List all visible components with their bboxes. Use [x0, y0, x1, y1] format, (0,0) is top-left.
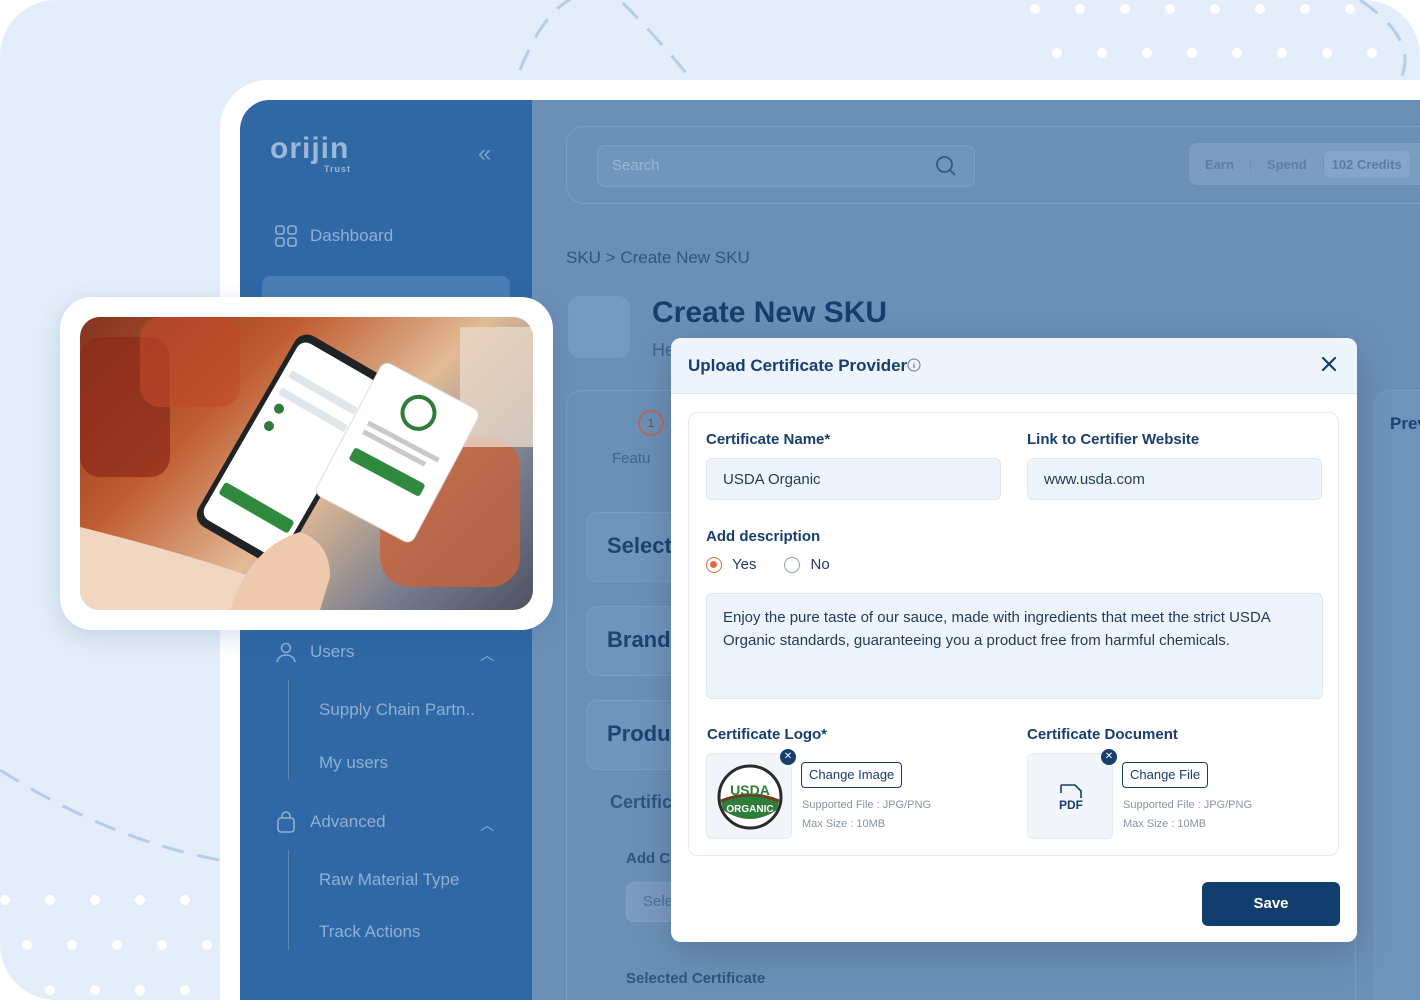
page-title: Create New SKU	[652, 296, 888, 329]
add-description-label: Add description	[706, 528, 821, 545]
close-icon[interactable]	[1319, 354, 1339, 374]
spend-button[interactable]: Spend	[1251, 156, 1324, 172]
description-textarea[interactable]: Enjoy the pure taste of our sauce, made …	[706, 593, 1323, 699]
product-photo	[80, 317, 533, 610]
document-supported-hint: Supported File : JPG/PNG	[1123, 799, 1252, 811]
sidebar-item-supply-chain[interactable]: Supply Chain Partn..	[319, 700, 475, 720]
radio-yes-control[interactable]	[706, 556, 722, 573]
modal-body: Certificate Name* USDA Organic Link to C…	[688, 412, 1339, 856]
sidebar-item-label: Advanced	[310, 812, 386, 831]
grid-icon	[275, 225, 297, 247]
phone-scanning-illustration	[80, 317, 533, 610]
step-indicator: 1	[638, 410, 664, 436]
logo-supported-hint: Supported File : JPG/PNG	[802, 799, 931, 811]
chevron-up-icon[interactable]: ︿	[480, 645, 494, 665]
selected-certificate-label: Selected Certificate	[626, 970, 766, 987]
info-icon[interactable]	[907, 358, 921, 372]
sidebar-item-users[interactable]: Users	[274, 640, 354, 664]
radio-yes[interactable]: Yes	[706, 556, 756, 573]
radio-no-label: No	[810, 556, 830, 573]
add-certificate-label: Add C	[626, 850, 671, 867]
search-input[interactable]: Search	[597, 145, 975, 187]
bag-icon	[277, 811, 295, 833]
certificate-logo-label: Certificate Logo*	[707, 726, 828, 743]
barcode-icon	[568, 296, 630, 358]
sidebar-item-label: Users	[310, 642, 355, 661]
sidebar-item-label: Dashboard	[310, 226, 394, 245]
radio-no-control[interactable]	[784, 556, 801, 573]
certifier-link-label: Link to Certifier Website	[1027, 431, 1200, 448]
sidebar-item-dashboard[interactable]: Dashboard	[274, 224, 393, 248]
radio-no[interactable]: No	[784, 556, 830, 573]
description-radio-group: Yes No	[706, 556, 830, 573]
modal-title: Upload Certificate Provider	[688, 356, 908, 375]
sidebar-item-advanced[interactable]: Advanced	[274, 810, 386, 834]
change-file-button[interactable]: Change File	[1122, 762, 1209, 788]
save-button[interactable]: Save	[1202, 882, 1340, 926]
sidebar-item-raw-material[interactable]: Raw Material Type	[319, 870, 459, 890]
preview-title: Prev	[1390, 414, 1420, 433]
svg-text:ORGANIC: ORGANIC	[726, 804, 773, 815]
sidebar-item-track-actions[interactable]: Track Actions	[319, 922, 420, 942]
remove-document-button[interactable]: ✕	[1101, 749, 1117, 765]
user-icon	[276, 642, 296, 663]
tree-line	[288, 850, 289, 950]
certificate-name-label: Certificate Name*	[706, 431, 831, 448]
certifier-link-input[interactable]: www.usda.com	[1027, 458, 1322, 500]
chevron-up-icon[interactable]: ︿	[480, 815, 494, 835]
app-logo: orijin Trust	[270, 132, 352, 174]
credits-badge: 102 Credits	[1323, 150, 1410, 178]
radio-yes-label: Yes	[732, 556, 757, 573]
tree-line	[288, 680, 289, 780]
modal-header: Upload Certificate Provider	[671, 338, 1357, 394]
certificate-name-input[interactable]: USDA Organic	[706, 458, 1001, 500]
remove-logo-button[interactable]: ✕	[780, 749, 796, 765]
sidebar-item-my-users[interactable]: My users	[319, 753, 388, 773]
certificate-document-preview: PDF	[1027, 753, 1113, 839]
step-label: Featu	[612, 450, 651, 467]
search-icon[interactable]	[934, 154, 958, 178]
breadcrumb[interactable]: SKU > Create New SKU	[566, 248, 750, 268]
earn-button[interactable]: Earn	[1189, 156, 1251, 172]
photo-card	[60, 297, 553, 630]
pdf-file-icon: PDF	[1059, 784, 1083, 812]
collapse-sidebar-icon[interactable]: «	[478, 140, 491, 168]
usda-organic-logo: USDA ORGANIC	[717, 764, 783, 830]
logo-max-size-hint: Max Size : 10MB	[802, 818, 886, 830]
preview-card	[1374, 390, 1420, 1000]
top-bar: Search Earn Spend 102 Credits	[566, 126, 1420, 204]
certificate-logo-preview: USDA ORGANIC	[706, 753, 792, 839]
svg-text:USDA: USDA	[730, 782, 770, 798]
credits-bar: Earn Spend 102 Credits	[1189, 143, 1420, 185]
upload-certificate-modal: Upload Certificate Provider Certificate …	[671, 338, 1357, 942]
svg-text:PDF: PDF	[1059, 798, 1083, 812]
certificate-document-label: Certificate Document	[1027, 726, 1178, 743]
change-image-button[interactable]: Change Image	[801, 762, 903, 788]
document-max-size-hint: Max Size : 10MB	[1123, 818, 1207, 830]
